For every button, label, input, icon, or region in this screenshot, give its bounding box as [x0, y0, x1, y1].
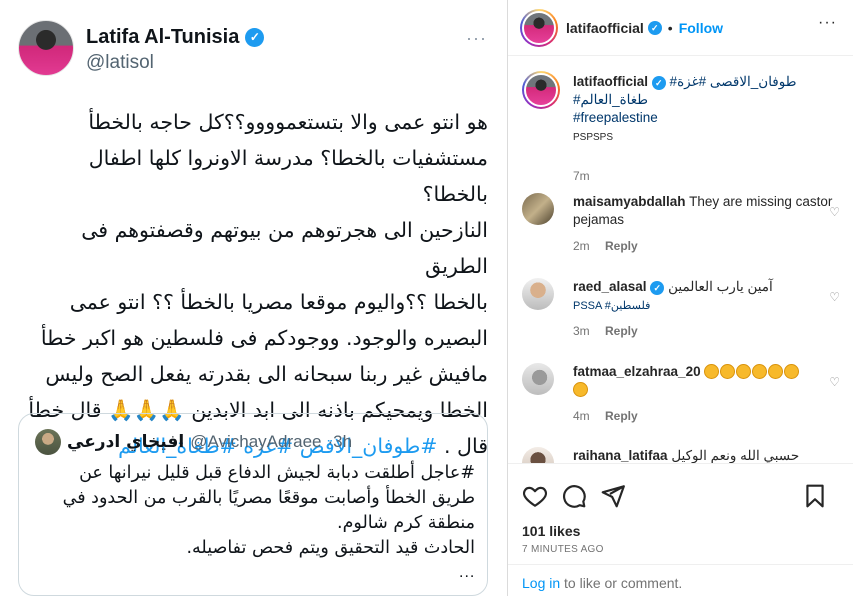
quoted-line: طريق الخطأ وأصابت موقعًا مصريًا بالقرب م… [62, 488, 475, 508]
tweet-line: النازحين الى هجرتوهم من بيوتهم وقصفتوهم … [81, 218, 488, 278]
verified-badge-icon: ✓ [651, 76, 666, 90]
instagram-post-panel: latifaofficial ✓ • Follow ··· latifaoffi… [507, 0, 853, 596]
tweet-author-handle[interactable]: @latisol [86, 52, 154, 74]
quoted-author-handle[interactable]: @AvichayAdraee [190, 432, 321, 452]
reply-button[interactable]: Reply [605, 324, 638, 338]
tweet-author-name-text[interactable]: Latifa Al-Tunisia [86, 26, 239, 49]
comment-text: raihana_latifaa حسبي الله ونعم الوكيل [573, 447, 838, 463]
clap-emoji-icon [720, 364, 736, 379]
follow-button[interactable]: Follow [679, 20, 723, 36]
quoted-author-avatar[interactable] [35, 429, 61, 455]
comment-icon[interactable] [561, 483, 587, 509]
comment-time: 3m [573, 324, 590, 338]
comment-item: raed_alasal ✓ آمين يارب العالمين PSSA #ف… [522, 278, 840, 348]
login-prompt-text: to like or comment. [560, 575, 683, 591]
caption-text-4: PSPSPS [573, 132, 614, 143]
post-age: 7 MINUTES AGO [522, 544, 604, 555]
post-header-user: latifaofficial ✓ • Follow [566, 20, 723, 36]
tweet-author-avatar[interactable] [18, 20, 74, 76]
clap-emoji-icon [736, 364, 752, 379]
clap-emoji-icon [768, 364, 784, 379]
clap-emoji-icon [752, 364, 768, 379]
verified-badge-icon: ✓ [647, 21, 662, 35]
profile-avatar[interactable] [520, 9, 558, 47]
quoted-line: #عاجل أطلقت دبابة لجيش الدفاع قبل قليل ن… [79, 463, 475, 483]
comment-text: maisamyabdallah They are missing castor … [573, 193, 838, 229]
comment-time: 4m [573, 409, 590, 423]
login-link[interactable]: Log in [522, 575, 560, 591]
post-username[interactable]: latifaofficial [566, 20, 644, 36]
comment-text: raed_alasal ✓ آمين يارب العالمين PSSA #ف… [573, 278, 838, 315]
verified-badge-icon: ✓ [650, 281, 665, 295]
caption-hashtags-2[interactable]: #طغاة_العالم [573, 92, 648, 107]
clap-emoji-icon [784, 364, 800, 379]
quoted-line: منطقة كرم شالوم. [337, 513, 475, 533]
caption-username[interactable]: latifaofficial [573, 74, 648, 89]
share-icon[interactable] [600, 483, 626, 509]
comment-username[interactable]: raihana_latifaa [573, 448, 668, 463]
caption-hashtags-1[interactable]: #طوفان_الاقصى #غزة [670, 74, 797, 89]
like-comment-icon[interactable]: ♡ [829, 205, 840, 219]
clap-emoji-icon [704, 364, 720, 379]
quoted-tweet[interactable]: افيخاي ادرعي @AvichayAdraee ·3h #عاجل أط… [18, 413, 488, 596]
comment-body: آمين يارب العالمين [668, 279, 773, 294]
post-caption: latifaofficial ✓ #طوفان_الاقصى #غزة #طغا… [522, 71, 840, 183]
likes-count[interactable]: 101 likes [522, 523, 580, 539]
tweet-card: Latifa Al-Tunisia ✓ @latisol ··· هو انتو… [0, 0, 507, 596]
post-options-icon[interactable]: ··· [818, 14, 837, 32]
caption-text: latifaofficial ✓ #طوفان_الاقصى #غزة #طغا… [573, 73, 838, 147]
more-options-icon[interactable]: ··· [466, 28, 487, 49]
post-header: latifaofficial ✓ • Follow ··· [508, 0, 853, 56]
comment-meta: 2m Reply [573, 239, 638, 253]
comment-item: raihana_latifaa حسبي الله ونعم الوكيل [522, 447, 840, 463]
caption-time: 7m [573, 169, 590, 183]
tweet-body: هو انتو عمى والا بتستعموووو؟؟كل حاجه بال… [18, 104, 488, 464]
tweet-line: البصيره والوجود. ووجودكم فى فلسطين هو اك… [40, 326, 488, 350]
reply-button[interactable]: Reply [605, 239, 638, 253]
quoted-tweet-body: #عاجل أطلقت دبابة لجيش الدفاع قبل قليل ن… [35, 461, 475, 561]
tweet-line: بالخطا ؟؟واليوم موقعا مصريا بالخطأ ؟؟ ان… [69, 290, 488, 314]
like-heart-icon[interactable] [522, 483, 548, 509]
comment-body-2[interactable]: PSSA #فلسطين [573, 300, 650, 312]
commenter-avatar[interactable] [522, 363, 554, 395]
caption-avatar[interactable] [522, 71, 560, 109]
comment-meta: 4m Reply [573, 409, 638, 423]
comment-username[interactable]: raed_alasal [573, 279, 647, 294]
comment-username[interactable]: fatmaa_elzahraa_20 [573, 364, 701, 379]
comment-item: maisamyabdallah They are missing castor … [522, 193, 840, 263]
quoted-line: الحادث قيد التحقيق ويتم فحص تفاصيله. [186, 538, 475, 558]
comment-meta: 3m Reply [573, 324, 638, 338]
quoted-tweet-time: ·3h [327, 432, 353, 451]
post-actions: 101 likes 7 MINUTES AGO Log in to like o… [508, 463, 853, 595]
commenter-avatar[interactable] [522, 278, 554, 310]
tweet-line: هو انتو عمى والا بتستعموووو؟؟كل حاجه بال… [88, 110, 488, 134]
comment-body: حسبي الله ونعم الوكيل [671, 448, 800, 463]
verified-badge-icon: ✓ [245, 28, 265, 47]
login-prompt: Log in to like or comment. [508, 564, 853, 596]
comment-text: fatmaa_elzahraa_20 [573, 363, 838, 399]
like-comment-icon[interactable]: ♡ [829, 375, 840, 389]
save-bookmark-icon[interactable] [802, 483, 828, 509]
quoted-more-indicator: ... [459, 564, 476, 581]
like-comment-icon[interactable]: ♡ [829, 290, 840, 304]
comment-username[interactable]: maisamyabdallah [573, 194, 686, 209]
separator-dot: • [667, 20, 673, 36]
tweet-author-name[interactable]: Latifa Al-Tunisia ✓ [86, 26, 265, 49]
commenter-avatar[interactable] [522, 193, 554, 225]
screenshot-composite: Latifa Al-Tunisia ✓ @latisol ··· هو انتو… [0, 0, 853, 596]
quoted-author-name[interactable]: افيخاي ادرعي [67, 432, 184, 452]
comment-item: fatmaa_elzahraa_20 4m Reply ♡ [522, 363, 840, 433]
caption-hashtags-3[interactable]: #freepalestine [573, 110, 658, 125]
reply-button[interactable]: Reply [605, 409, 638, 423]
tweet-line: مستشفيات بالخطا؟ مدرسة الاونروا كلها اطف… [88, 146, 488, 206]
comments-list[interactable]: latifaofficial ✓ #طوفان_الاقصى #غزة #طغا… [508, 57, 853, 463]
clap-emoji-icon [573, 382, 588, 397]
quoted-tweet-header: افيخاي ادرعي @AvichayAdraee ·3h [35, 429, 475, 455]
tweet-line: مافيش غير ربنا سبحانه الى بقدرته يفعل ال… [45, 362, 488, 386]
comment-time: 2m [573, 239, 590, 253]
commenter-avatar[interactable] [522, 447, 554, 463]
